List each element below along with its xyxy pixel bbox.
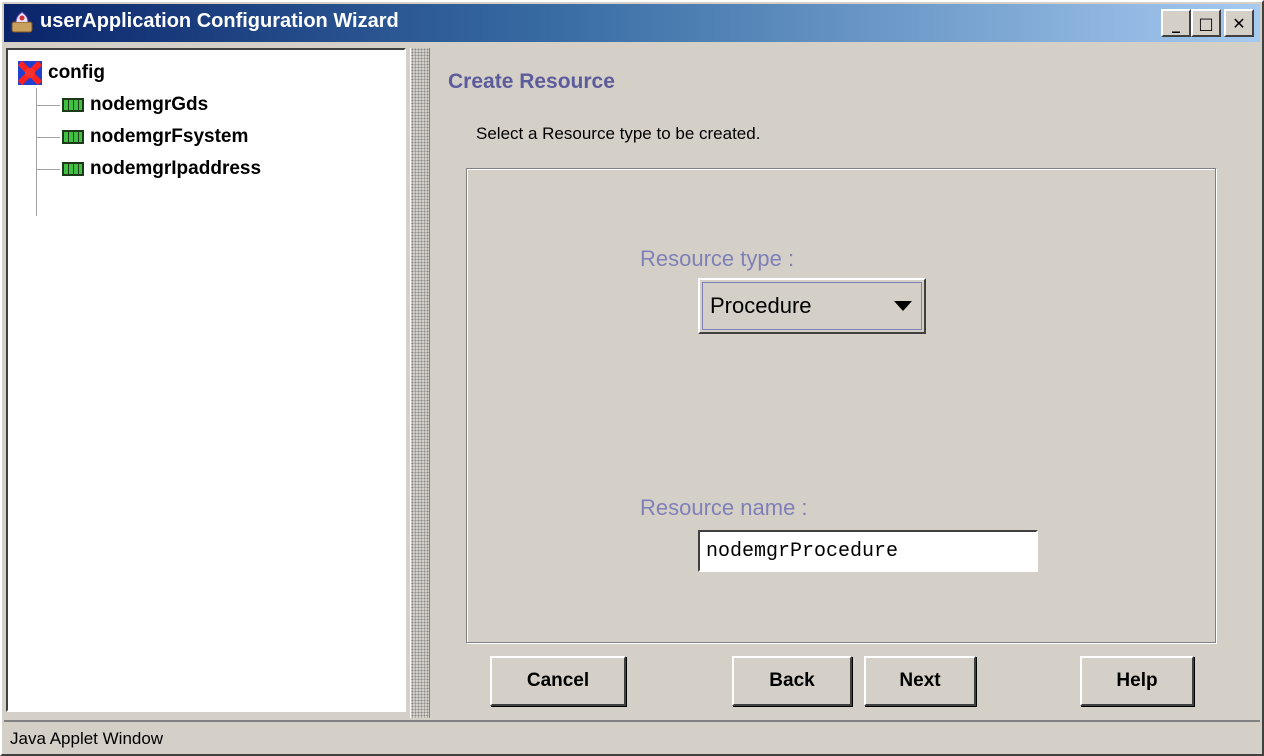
tree-item-label: nodemgrFsystem <box>90 126 249 147</box>
page-title: Create Resource <box>448 70 615 93</box>
title-bar[interactable]: userApplication Configuration Wizard _ □… <box>4 4 1260 42</box>
maximize-icon: □ <box>1198 13 1214 33</box>
tree-item-label: nodemgrIpaddress <box>90 158 262 179</box>
minimize-button[interactable]: _ <box>1161 9 1191 37</box>
tree-root-label: config <box>48 62 105 83</box>
resource-tree[interactable]: config nodemgrGds nodemgrFsystem nodemgr… <box>6 48 406 712</box>
cancel-button[interactable]: Cancel <box>490 656 626 706</box>
minimize-icon: _ <box>1172 13 1180 33</box>
tree-branch <box>36 104 60 106</box>
tree-item-nodemgrfsystem[interactable]: nodemgrFsystem <box>36 122 248 152</box>
resource-type-label: Resource type : <box>640 246 795 271</box>
java-app-icon <box>11 11 33 33</box>
tree-item-nodemgripaddress[interactable]: nodemgrIpaddress <box>36 154 261 184</box>
resource-icon <box>62 98 84 112</box>
back-button[interactable]: Back <box>732 656 852 706</box>
tree-root-config[interactable]: config <box>18 60 105 86</box>
window-title: userApplication Configuration Wizard <box>40 10 399 32</box>
next-button[interactable]: Next <box>864 656 976 706</box>
help-button[interactable]: Help <box>1080 656 1194 706</box>
resource-type-dropdown[interactable]: Procedure <box>698 278 926 334</box>
tree-item-label: nodemgrGds <box>90 94 209 115</box>
resource-name-input[interactable] <box>698 530 1038 572</box>
status-text: Java Applet Window <box>10 729 164 748</box>
resource-type-value: Procedure <box>710 293 812 318</box>
close-icon: ✕ <box>1232 13 1246 33</box>
resource-icon <box>62 162 84 176</box>
resource-icon <box>62 130 84 144</box>
tree-branch <box>36 136 60 138</box>
window-controls: _ □ ✕ <box>1161 9 1254 37</box>
tree-branch <box>36 168 60 170</box>
page-description: Select a Resource type to be created. <box>476 124 761 143</box>
status-bar: Java Applet Window <box>4 720 1260 754</box>
tree-item-nodemgrgds[interactable]: nodemgrGds <box>36 90 208 120</box>
pane-splitter[interactable] <box>410 48 430 718</box>
maximize-button[interactable]: □ <box>1191 9 1221 37</box>
wizard-window: userApplication Configuration Wizard _ □… <box>0 0 1264 756</box>
close-button[interactable]: ✕ <box>1224 9 1254 37</box>
config-icon <box>18 61 42 85</box>
chevron-down-icon <box>894 301 912 311</box>
resource-name-label: Resource name : <box>640 495 808 520</box>
